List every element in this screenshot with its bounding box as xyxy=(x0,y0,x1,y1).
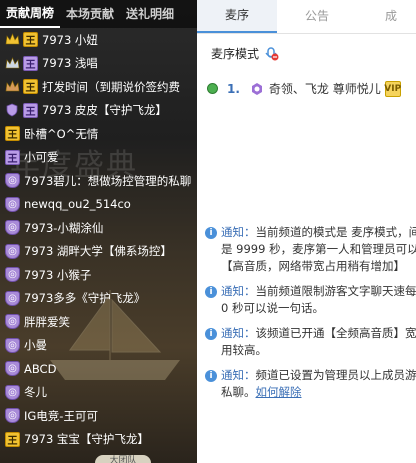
list-item[interactable]: ◎ IG电竞-王可可 xyxy=(0,404,197,428)
mic-lock-icon[interactable] xyxy=(265,46,279,61)
notice-text: 通知：当前频道的模式是 麦序模式，间是 9999 秒，麦序第一人和管理员可以【高… xyxy=(221,225,416,273)
team-tag[interactable]: 大团队 xyxy=(95,455,151,463)
channel-tab-1[interactable]: 麦序 xyxy=(197,0,277,33)
list-item[interactable]: ◎ 7973 湖畔大学【佛系场控】 xyxy=(0,240,197,264)
level-badge-icon: 王 xyxy=(23,102,38,118)
contributor-name: 7973-小糊涂仙 xyxy=(24,220,104,235)
tab-2[interactable]: 本场贡献 xyxy=(60,0,120,28)
list-item[interactable]: 王卧槽^O^无情 xyxy=(0,122,197,146)
user-role-icon xyxy=(251,82,262,95)
shield-icon: ◎ xyxy=(5,243,20,259)
contributor-list: 王 7973 小妞王 7973 浅唱王打发时间（到期说价签约费王 7973 皮皮【守护… xyxy=(0,28,197,451)
mic-mode-label: 麦序模式 xyxy=(211,47,260,61)
channel-panel: 麦序 公告成 麦序模式 1. 奇领、飞龙 尊师悦儿 VIP i 通知：当前频道的模式… xyxy=(197,0,416,463)
contributor-name: 7973多多《守护飞龙》 xyxy=(24,291,146,306)
info-icon: i xyxy=(205,227,217,239)
notice-item: i 通知：当前频道的模式是 麦序模式，间是 9999 秒，麦序第一人和管理员可以【… xyxy=(205,224,416,275)
contributor-name: 7973 湖畔大学【佛系场控】 xyxy=(24,244,172,259)
crown-silver-icon xyxy=(4,55,20,71)
tab-3[interactable]: 送礼明细 xyxy=(120,0,180,28)
queue-user-name: 奇领、飞龙 尊师悦儿 xyxy=(268,82,381,96)
level-badge-icon: 王 xyxy=(5,431,20,447)
list-item[interactable]: 王 7973 小妞 xyxy=(0,28,197,52)
shield-icon: ◎ xyxy=(5,220,20,236)
shield-icon: ◎ xyxy=(5,173,20,189)
contributor-name: IG电竞-王可可 xyxy=(24,408,98,423)
notice-text: 通知：该频道已开通【全频高音质】宽占用较高。 xyxy=(221,326,416,357)
contributor-name: newqq_ou2_514co xyxy=(24,197,131,212)
channel-tab-2[interactable]: 公告 xyxy=(277,0,357,33)
contributor-name: 冬儿 xyxy=(24,385,47,400)
list-item[interactable]: ◎ 冬儿 xyxy=(0,381,197,405)
contributor-name: 胖胖爱笑 xyxy=(24,314,70,329)
contributor-name: 7973 小猴子 xyxy=(24,267,92,282)
list-item[interactable]: 王 7973 皮皮【守护飞龙】 xyxy=(0,99,197,123)
shield-icon xyxy=(4,102,20,118)
channel-tabs: 麦序 公告成 xyxy=(197,0,416,34)
mic-mode: 麦序模式 xyxy=(211,45,279,62)
list-item[interactable]: 王 7973 宝宝【守护飞龙】 xyxy=(0,428,197,452)
level-badge-icon: 王 xyxy=(23,55,38,71)
list-item[interactable]: ◎ 小曼 xyxy=(0,334,197,358)
notice-item: i 通知：频道已设置为管理员以上成员游客私聊。如何解除 xyxy=(205,367,416,401)
notice-item: i 通知：当前频道限制游客文字聊天速每隔 0 秒可以说一句话。 xyxy=(205,283,416,317)
crown-bronze-icon xyxy=(4,79,20,95)
list-item[interactable]: ◎ ABCD xyxy=(0,357,197,381)
shield-icon: ◎ xyxy=(5,408,20,424)
notice-list: i 通知：当前频道的模式是 麦序模式，间是 9999 秒，麦序第一人和管理员可以【… xyxy=(205,224,416,409)
notice-text: 通知：当前频道限制游客文字聊天速每隔 0 秒可以说一句话。 xyxy=(221,284,416,315)
list-item[interactable]: 王打发时间（到期说价签约费 xyxy=(0,75,197,99)
shield-icon: ◎ xyxy=(5,196,20,212)
level-badge-icon: 王 xyxy=(5,149,20,165)
notice-label: 通知： xyxy=(221,326,256,340)
notice-text: 通知：频道已设置为管理员以上成员游客私聊。如何解除 xyxy=(221,368,416,399)
shield-icon: ◎ xyxy=(5,361,20,377)
notice-label: 通知： xyxy=(221,225,256,239)
online-status-icon xyxy=(207,83,218,94)
contributor-name: ABCD xyxy=(24,361,57,376)
notice-item: i 通知：该频道已开通【全频高音质】宽占用较高。 xyxy=(205,325,416,359)
contributor-name: 小曼 xyxy=(24,338,47,353)
crown-gold-icon xyxy=(4,32,20,48)
notice-label: 通知： xyxy=(221,368,256,382)
shield-icon: ◎ xyxy=(5,337,20,353)
list-item[interactable]: 王 7973 浅唱 xyxy=(0,52,197,76)
shield-icon: ◎ xyxy=(5,384,20,400)
list-item[interactable]: ◎ 7973碧儿：想做场控管理的私聊 xyxy=(0,169,197,193)
list-item[interactable]: ◎ newqq_ou2_514co xyxy=(0,193,197,217)
shield-icon: ◎ xyxy=(5,314,20,330)
info-icon: i xyxy=(205,370,217,382)
notice-label: 通知： xyxy=(221,284,256,298)
level-badge-icon: 王 xyxy=(23,79,38,95)
list-item[interactable]: ◎ 胖胖爱笑 xyxy=(0,310,197,334)
list-item[interactable]: ◎ 7973-小糊涂仙 xyxy=(0,216,197,240)
unlock-help-link[interactable]: 如何解除 xyxy=(256,385,302,399)
contributor-name: 卧槽^O^无情 xyxy=(24,126,99,141)
contributor-name: 7973 小妞 xyxy=(42,32,98,47)
contributor-name: 小可爱 xyxy=(24,150,59,165)
level-badge-icon: 王 xyxy=(23,32,38,48)
list-item[interactable]: 王小可爱 xyxy=(0,146,197,170)
shield-icon: ◎ xyxy=(5,267,20,283)
contributor-name: 7973碧儿：想做场控管理的私聊 xyxy=(24,173,192,188)
info-icon: i xyxy=(205,286,217,298)
contributor-name: 7973 浅唱 xyxy=(42,56,98,71)
mic-queue-item[interactable]: 1. 奇领、飞龙 尊师悦儿 VIP xyxy=(207,80,401,97)
tab-1[interactable]: 贡献周榜 xyxy=(0,0,61,28)
channel-tab-3[interactable]: 成 xyxy=(357,0,397,33)
shield-icon: ◎ xyxy=(5,290,20,306)
list-item[interactable]: ◎ 7973 小猴子 xyxy=(0,263,197,287)
queue-index: 1. xyxy=(227,81,240,96)
contribution-panel: 年度盛典 贡献周榜 本场贡献 送礼明细 王 7973 小妞王 7973 浅唱王打发时间（… xyxy=(0,0,197,463)
list-item[interactable]: ◎ 7973多多《守护飞龙》 xyxy=(0,287,197,311)
contribution-tabs: 贡献周榜 本场贡献 送礼明细 xyxy=(0,0,197,28)
info-icon: i xyxy=(205,328,217,340)
contributor-name: 7973 宝宝【守护飞龙】 xyxy=(24,432,149,447)
vip-badge-icon: VIP xyxy=(384,80,401,97)
contributor-name: 7973 皮皮【守护飞龙】 xyxy=(42,103,167,118)
contributor-name: 打发时间（到期说价签约费 xyxy=(42,79,180,94)
level-badge-icon: 王 xyxy=(5,126,20,142)
